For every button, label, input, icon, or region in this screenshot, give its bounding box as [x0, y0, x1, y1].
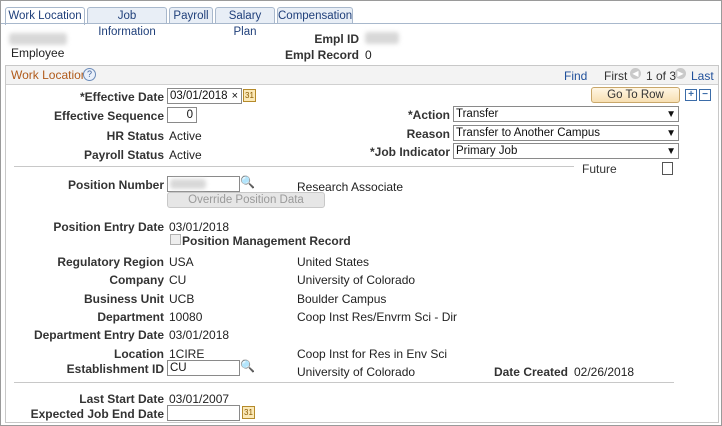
reason-select[interactable]: Transfer to Another Campus ▼ [453, 125, 679, 141]
location-label: Location [114, 347, 164, 361]
business-unit-value: UCB [169, 292, 195, 306]
business-unit-desc: Boulder Campus [297, 292, 387, 306]
regulatory-region-desc: United States [297, 255, 370, 269]
position-entry-date-value: 03/01/2018 [169, 220, 230, 234]
empl-record-value: 0 [365, 48, 372, 62]
regulatory-region-value: USA [169, 255, 194, 269]
last-start-date-value: 03/01/2007 [169, 392, 230, 406]
row-range: 1 of 3 [646, 69, 677, 83]
go-to-row-button[interactable]: Go To Row [591, 87, 680, 103]
expected-job-end-date-label: Expected Job End Date [30, 407, 164, 421]
company-label: Company [109, 273, 164, 287]
clear-icon[interactable]: × [232, 89, 238, 103]
empl-record-label: Empl Record [284, 48, 359, 62]
action-select[interactable]: Transfer ▼ [453, 106, 679, 122]
payroll-status-label: Payroll Status [83, 148, 164, 162]
establishment-id-label: Establishment ID [66, 362, 164, 376]
effective-date-label: *Effective Date [79, 90, 164, 104]
payroll-status-value: Active [169, 148, 202, 162]
first-label: First [604, 69, 628, 83]
tab-underline [1, 23, 721, 24]
reason-value: Transfer to Another Campus [456, 127, 601, 139]
previous-arrow-icon[interactable]: ◀ [630, 68, 641, 79]
department-desc: Coop Inst Res/Envrm Sci - Dir [297, 310, 458, 324]
search-icon[interactable]: 🔍 [240, 175, 255, 189]
job-indicator-label: *Job Indicator [369, 145, 450, 159]
effective-sequence-input[interactable]: 0 [167, 107, 197, 123]
calendar-icon[interactable]: 31 [243, 89, 256, 102]
section-title: Work Location [11, 68, 88, 82]
action-label: *Action [408, 108, 450, 122]
date-created-label: Date Created [493, 365, 568, 379]
effective-sequence-label: Effective Sequence [53, 109, 164, 123]
hr-status-value: Active [169, 129, 202, 143]
chevron-down-icon: ▼ [666, 146, 676, 157]
future-label: Future [582, 162, 617, 176]
establishment-id-input[interactable]: CU [167, 360, 240, 376]
tab-salary-plan[interactable]: Salary Plan [215, 7, 275, 38]
company-value: CU [169, 273, 187, 287]
chevron-down-icon: ▼ [666, 109, 676, 120]
position-mgmt-label: Position Management Record [182, 234, 351, 248]
divider [14, 382, 674, 383]
company-desc: University of Colorado [297, 273, 416, 287]
position-number-input[interactable] [167, 176, 240, 192]
position-mgmt-checkbox[interactable] [170, 234, 181, 245]
position-number-label: Position Number [67, 178, 164, 192]
hr-status-label: HR Status [106, 129, 164, 143]
department-label: Department [97, 310, 164, 324]
next-arrow-icon[interactable]: ▶ [675, 68, 686, 79]
tab-compensation[interactable]: Compensation [277, 7, 353, 24]
department-entry-date-label: Department Entry Date [33, 328, 164, 342]
department-entry-date-value: 03/01/2018 [169, 328, 230, 342]
date-created-value: 02/26/2018 [574, 365, 635, 379]
location-value: 1CIRE [169, 347, 205, 361]
tab-payroll[interactable]: Payroll [169, 7, 213, 24]
effective-date-input[interactable]: 03/01/2018 × [167, 88, 242, 104]
location-desc: Coop Inst for Res in Env Sci [297, 347, 448, 361]
find-link[interactable]: Find [564, 69, 587, 83]
last-start-date-label: Last Start Date [79, 392, 164, 406]
effective-date-value: 03/01/2018 [170, 90, 228, 102]
calendar-icon[interactable]: 31 [242, 406, 255, 419]
tab-job-information[interactable]: Job Information [87, 7, 167, 38]
business-unit-label: Business Unit [83, 292, 164, 306]
override-position-data-button[interactable]: Override Position Data [167, 192, 325, 208]
add-row-icon[interactable]: + [685, 89, 697, 101]
establishment-desc: University of Colorado [297, 365, 416, 379]
employee-name-redacted [9, 33, 67, 45]
job-indicator-value: Primary Job [456, 145, 518, 157]
chevron-down-icon: ▼ [666, 128, 676, 139]
empl-id-redacted [365, 32, 399, 44]
position-entry-date-label: Position Entry Date [53, 220, 164, 234]
expected-job-end-date-input[interactable] [167, 405, 240, 421]
regulatory-region-label: Regulatory Region [57, 255, 164, 269]
search-icon[interactable]: 🔍 [240, 359, 255, 373]
empl-id-label: Empl ID [314, 32, 359, 46]
employee-label: Employee [11, 46, 65, 60]
section-header: Work Location ? Find First ◀ 1 of 3 ▶ La… [6, 66, 718, 85]
page-frame: Work Location Job Information Payroll Sa… [0, 0, 722, 426]
divider [14, 166, 574, 167]
reason-label: Reason [406, 127, 450, 141]
document-icon[interactable] [662, 162, 673, 175]
work-location-section: Work Location ? Find First ◀ 1 of 3 ▶ La… [5, 65, 719, 423]
position-number-redacted [170, 179, 206, 189]
question-circle-icon[interactable]: ? [83, 68, 96, 81]
action-value: Transfer [456, 108, 499, 120]
last-link[interactable]: Last [691, 69, 714, 83]
job-indicator-select[interactable]: Primary Job ▼ [453, 143, 679, 159]
department-value: 10080 [169, 310, 203, 324]
remove-row-icon[interactable]: − [699, 89, 711, 101]
